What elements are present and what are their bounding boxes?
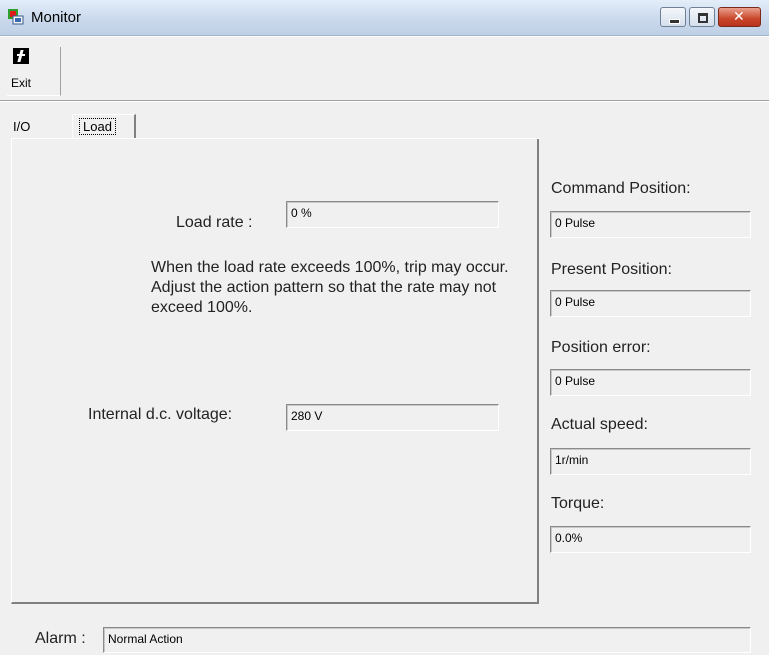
position-error-label: Position error: (551, 339, 651, 356)
torque-field: 0.0% (550, 526, 751, 553)
actual-speed-label: Actual speed: (551, 416, 648, 433)
minimize-button[interactable] (660, 7, 686, 27)
close-icon: ✕ (733, 9, 745, 25)
app-icon (8, 9, 24, 25)
close-button[interactable]: ✕ (718, 7, 761, 27)
voltage-label: Internal d.c. voltage: (88, 406, 233, 423)
toolbar-divider (0, 36, 769, 37)
tab-load-label: Load (79, 118, 116, 135)
load-rate-label: Load rate : (176, 214, 253, 231)
present-position-label: Present Position: (551, 261, 672, 278)
alarm-label: Alarm : (35, 630, 86, 647)
present-position-field: 0 Pulse (550, 290, 751, 317)
position-error-field: 0 Pulse (550, 369, 751, 396)
maximize-button[interactable] (689, 7, 715, 27)
exit-label: Exit (11, 76, 32, 90)
load-rate-note: When the load rate exceeds 100%, trip ma… (151, 259, 509, 316)
actual-speed-field: 1r/min (550, 448, 751, 475)
tab-load[interactable]: Load (72, 114, 136, 139)
toolbar-separator (0, 100, 769, 102)
exit-button[interactable]: Exit (7, 47, 61, 96)
exit-icon (13, 48, 29, 64)
alarm-field: Normal Action (103, 627, 751, 653)
title-bar[interactable]: Monitor ✕ (0, 0, 769, 36)
minimize-icon (669, 19, 680, 24)
tab-io[interactable]: I/O (13, 119, 30, 134)
panel-top-border (136, 138, 540, 139)
voltage-field: 280 V (286, 404, 499, 431)
tab-io-label: I/O (13, 119, 31, 134)
window-title: Monitor (31, 9, 82, 26)
command-position-field: 0 Pulse (550, 211, 751, 238)
command-position-label: Command Position: (551, 180, 691, 197)
torque-label: Torque: (551, 495, 605, 512)
load-rate-field: 0 % (286, 201, 499, 228)
maximize-icon (698, 13, 708, 23)
